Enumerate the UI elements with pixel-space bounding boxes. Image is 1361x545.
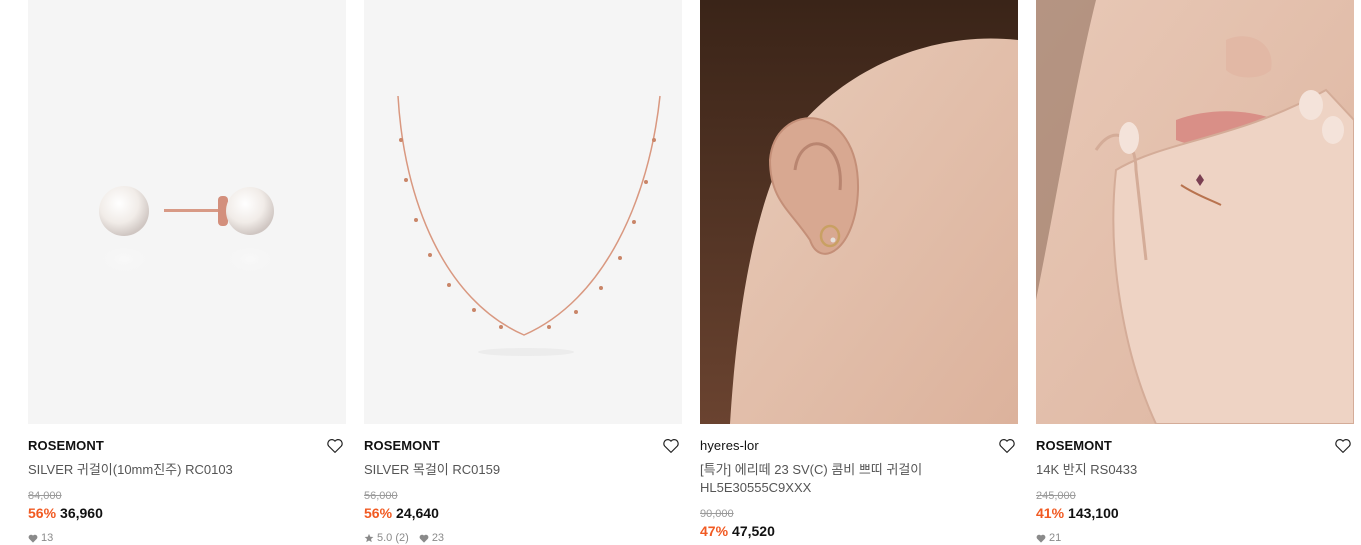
brand-name[interactable]: ROSEMONT xyxy=(364,438,682,454)
product-grid: ROSEMONT SILVER 귀걸이(10mm진주) RC0103 84,00… xyxy=(0,0,1361,545)
rating-value: 5.0 xyxy=(377,532,393,544)
sale-price: 143,100 xyxy=(1068,505,1119,521)
review-count: (2) xyxy=(395,532,409,544)
product-card[interactable]: ROSEMONT SILVER 귀걸이(10mm진주) RC0103 84,00… xyxy=(28,0,346,545)
product-meta: 13 xyxy=(28,531,346,545)
product-image[interactable] xyxy=(700,0,1018,424)
product-card[interactable]: hyeres-lor [특가] 에리떼 23 SV(C) 콤비 쁘띠 귀걸이 H… xyxy=(700,0,1018,540)
heart-outline-icon[interactable] xyxy=(662,437,680,455)
product-title[interactable]: SILVER 귀걸이(10mm진주) RC0103 xyxy=(28,461,346,479)
heart-small-icon xyxy=(28,534,38,543)
like-count: 21 xyxy=(1049,532,1062,544)
heart-outline-icon[interactable] xyxy=(326,437,344,455)
star-icon xyxy=(364,533,374,543)
product-card[interactable]: ROSEMONT 14K 반지 RS0433 245,000 41% 143,10… xyxy=(1036,0,1354,545)
discount-rate: 56% xyxy=(364,505,393,521)
like-count: 23 xyxy=(431,532,445,544)
price-row: 56% 36,960 xyxy=(28,504,346,522)
product-card[interactable]: ROSEMONT SILVER 목걸이 RC0159 56,000 56% 24,… xyxy=(364,0,682,545)
product-image[interactable] xyxy=(364,0,682,424)
discount-rate: 47% xyxy=(700,523,729,539)
like-count: 13 xyxy=(41,532,54,544)
heart-outline-icon[interactable] xyxy=(1334,437,1352,455)
original-price: 90,000 xyxy=(700,508,734,520)
sale-price: 47,520 xyxy=(732,523,775,539)
original-price: 56,000 xyxy=(364,490,398,502)
heart-outline-icon[interactable] xyxy=(998,437,1016,455)
product-code: HL5E30555C9XXX xyxy=(700,480,812,495)
discount-rate: 56% xyxy=(28,505,57,521)
brand-name[interactable]: hyeres-lor xyxy=(700,438,1018,454)
product-title[interactable]: [특가] 에리떼 23 SV(C) 콤비 쁘띠 귀걸이 HL5E30555C9X… xyxy=(700,461,1018,497)
discount-rate: 41% xyxy=(1036,505,1065,521)
product-title-line1: [특가] 에리떼 23 SV(C) 콤비 쁘띠 귀걸이 xyxy=(700,462,923,477)
price-row: 41% 143,100 xyxy=(1036,504,1354,522)
original-price: 245,000 xyxy=(1036,490,1076,502)
sale-price: 24,640 xyxy=(396,505,439,521)
product-meta: 21 xyxy=(1036,531,1354,545)
brand-name[interactable]: ROSEMONT xyxy=(28,438,346,454)
brand-name[interactable]: ROSEMONT xyxy=(1036,438,1354,454)
original-price: 84,000 xyxy=(28,490,62,502)
product-meta: 5.0 (2) 23 xyxy=(364,531,682,545)
sale-price: 36,960 xyxy=(60,505,103,521)
product-title[interactable]: 14K 반지 RS0433 xyxy=(1036,461,1354,479)
price-row: 47% 47,520 xyxy=(700,522,1018,540)
heart-small-icon xyxy=(419,534,429,543)
price-row: 56% 24,640 xyxy=(364,504,682,522)
product-title[interactable]: SILVER 목걸이 RC0159 xyxy=(364,461,682,479)
product-image[interactable] xyxy=(28,0,346,424)
product-image[interactable] xyxy=(1036,0,1354,424)
heart-small-icon xyxy=(1036,534,1046,543)
